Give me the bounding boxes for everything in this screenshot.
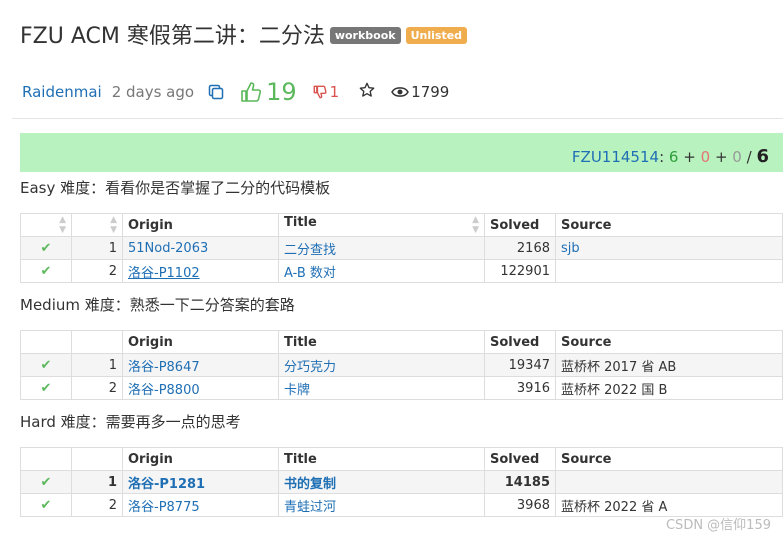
check-icon: ✔	[40, 240, 52, 256]
problem-table-medium: Origin Title Solved Source ✔ 1 洛谷-P8647 …	[20, 330, 783, 400]
author-link[interactable]: Raidenmai	[22, 83, 102, 101]
problem-table-easy: ▲ ▼ ▲ ▼ Origin Title ▲ ▼ Solved Source ✔ 1 5…	[20, 213, 783, 283]
problem-origin-link[interactable]: 洛谷-P1102	[128, 266, 200, 281]
sort-column-index[interactable]: ▲ ▼	[71, 213, 123, 237]
column-solved[interactable]: Solved	[484, 330, 556, 354]
column-solved[interactable]: Solved	[484, 447, 556, 471]
table-row: ✔ 1 洛谷-P1281 书的复制 14185	[20, 470, 783, 494]
check-icon: ✔	[40, 474, 52, 490]
accepted-count: 6	[668, 148, 679, 166]
view-count: 1799	[411, 83, 450, 101]
timestamp: 2 days ago	[111, 83, 195, 101]
like-count: 19	[266, 78, 297, 106]
table-row: ✔ 1 51Nod-2063 二分查找 2168 sjb	[20, 236, 783, 260]
check-icon: ✔	[40, 263, 52, 279]
table-row: ✔ 1 洛谷-P8647 分巧克力 19347 蓝桥杯 2017 省 AB	[20, 353, 783, 377]
progress-bar: FZU114514: 6 + 0 + 0 / 6	[20, 133, 783, 172]
thumbs-up-icon	[241, 82, 262, 102]
column-title[interactable]: Title ▲ ▼	[278, 213, 485, 237]
problem-title-link[interactable]: A-B 数对	[284, 266, 336, 281]
dislike-count: 1	[329, 83, 340, 101]
workbook-badge: workbook	[329, 26, 401, 44]
column-origin[interactable]: Origin	[122, 213, 279, 237]
total-count: 6	[756, 146, 769, 167]
problem-origin-link[interactable]: 洛谷-P8800	[128, 383, 200, 398]
problem-title-link[interactable]: 书的复制	[284, 477, 336, 492]
thumbs-down-icon	[313, 85, 327, 99]
wrong-count: 0	[700, 148, 711, 166]
column-solved[interactable]: Solved	[484, 213, 556, 237]
problem-title-link[interactable]: 分巧克力	[284, 360, 336, 375]
column-title[interactable]: Title	[278, 330, 485, 354]
column-title[interactable]: Title	[278, 447, 485, 471]
problem-origin-link[interactable]: 洛谷-P8775	[128, 500, 200, 515]
problem-origin-link[interactable]: 洛谷-P1281	[128, 477, 205, 492]
progress-summary: FZU114514: 6 + 0 + 0 / 6	[571, 146, 769, 167]
meta-bar: Raidenmai 2 days ago 19 1 1799	[22, 78, 449, 106]
section-title-medium: Medium 难度：熟悉一下二分答案的套路	[20, 296, 295, 314]
dislike-button[interactable]: 1	[313, 83, 340, 101]
column-origin[interactable]: Origin	[122, 330, 279, 354]
user-link[interactable]: FZU114514	[572, 148, 659, 166]
problem-title-link[interactable]: 卡牌	[284, 383, 310, 398]
column-source[interactable]: Source	[555, 447, 783, 471]
divider	[12, 118, 783, 119]
problem-origin-link[interactable]: 洛谷-P8647	[128, 360, 200, 375]
check-icon: ✔	[40, 357, 52, 373]
column-source[interactable]: Source	[555, 213, 783, 237]
problem-origin-link[interactable]: 51Nod-2063	[128, 241, 208, 256]
problem-table-hard: Origin Title Solved Source ✔ 1 洛谷-P1281 …	[20, 447, 783, 517]
section-title-easy: Easy 难度：看看你是否掌握了二分的代码模板	[20, 179, 331, 197]
header: FZU ACM 寒假第二讲：二分法 workbook Unlisted	[20, 18, 468, 50]
column-origin[interactable]: Origin	[122, 447, 279, 471]
copy-icon[interactable]	[208, 84, 224, 100]
star-icon[interactable]	[359, 82, 375, 102]
other-count: 0	[732, 148, 742, 166]
check-icon: ✔	[40, 380, 52, 396]
like-button[interactable]: 19	[240, 78, 297, 106]
unlisted-badge: Unlisted	[405, 26, 468, 44]
views-counter: 1799	[391, 83, 449, 101]
watermark: CSDN @信仰159	[665, 518, 771, 533]
problem-title-link[interactable]: 二分查找	[284, 243, 336, 258]
sort-column-status[interactable]: ▲ ▼	[20, 213, 72, 237]
table-row: ✔ 2 洛谷-P8800 卡牌 3916 蓝桥杯 2022 国 B	[20, 376, 783, 400]
eye-icon	[391, 87, 410, 97]
column-source[interactable]: Source	[555, 330, 783, 354]
problem-source-link[interactable]: sjb	[561, 241, 580, 256]
section-title-hard: Hard 难度：需要再多一点的思考	[20, 413, 241, 431]
table-row: ✔ 2 洛谷-P1102 A-B 数对 122901	[20, 259, 783, 283]
problem-title-link[interactable]: 青蛙过河	[284, 500, 336, 515]
check-icon: ✔	[40, 497, 52, 513]
page-title: FZU ACM 寒假第二讲：二分法	[20, 24, 325, 49]
